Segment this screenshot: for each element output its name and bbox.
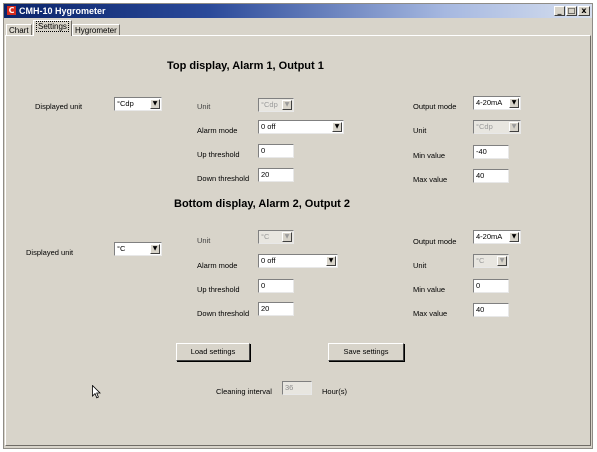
top-up-threshold-input[interactable]: 0 [258, 144, 294, 158]
top-min-value-label: Min value [413, 151, 446, 160]
title-bar[interactable]: C CMH-10 Hygrometer _ □ x [4, 4, 592, 18]
bottom-displayed-unit-select[interactable]: °C ▼ [114, 242, 162, 256]
top-max-value-label: Max value [413, 175, 448, 184]
top-min-value-input[interactable]: -40 [473, 145, 509, 159]
bottom-unit-value: °C [261, 232, 270, 241]
chevron-down-icon[interactable]: ▼ [497, 256, 507, 266]
bottom-max-value-input[interactable]: 40 [473, 303, 509, 317]
top-unit-select[interactable]: °Cdp ▼ [258, 98, 294, 112]
maximize-button[interactable]: □ [566, 6, 577, 16]
bottom-output-mode-value: 4-20mA [476, 232, 503, 241]
app-window: C CMH-10 Hygrometer _ □ x Chart Settings… [3, 3, 593, 449]
top-displayed-unit-select[interactable]: °Cdp ▼ [114, 97, 162, 111]
chevron-down-icon[interactable]: ▼ [326, 256, 336, 266]
top-output-mode-value: 4-20mA [476, 98, 503, 107]
bottom-min-value-label: Min value [413, 285, 446, 294]
chevron-down-icon[interactable]: ▼ [282, 100, 292, 110]
bottom-displayed-unit-label: Displayed unit [26, 248, 74, 257]
chevron-down-icon[interactable]: ▼ [509, 122, 519, 132]
chevron-down-icon[interactable]: ▼ [509, 98, 519, 108]
bottom-down-threshold-input[interactable]: 20 [258, 302, 294, 316]
app-icon[interactable]: C [7, 6, 16, 15]
chevron-down-icon[interactable]: ▼ [150, 244, 160, 254]
close-button[interactable]: x [578, 6, 590, 16]
top-output-unit-select[interactable]: °Cdp ▼ [473, 120, 521, 134]
bottom-alarm-mode-select[interactable]: 0 off ▼ [258, 254, 338, 268]
top-max-value-input[interactable]: 40 [473, 169, 509, 183]
chevron-down-icon[interactable]: ▼ [282, 232, 292, 242]
minimize-button[interactable]: _ [554, 6, 565, 16]
top-output-unit-label: Unit [413, 126, 427, 135]
bottom-output-mode-select[interactable]: 4-20mA ▼ [473, 230, 521, 244]
cleaning-interval-input[interactable]: 36 [282, 381, 312, 395]
top-alarm-mode-value: 0 off [261, 122, 276, 131]
bottom-up-threshold-label: Up threshold [197, 285, 240, 294]
arrow-cursor-icon [92, 385, 101, 399]
bottom-output-mode-label: Output mode [413, 237, 457, 246]
bottom-section-heading: Bottom display, Alarm 2, Output 2 [174, 198, 351, 210]
top-output-mode-label: Output mode [413, 102, 457, 111]
cleaning-interval-unit: Hour(s) [322, 387, 348, 396]
cleaning-interval-label: Cleaning interval [216, 387, 272, 396]
top-unit-value: °Cdp [261, 100, 278, 109]
top-unit-label: Unit [197, 102, 211, 111]
window-title: CMH-10 Hygrometer [19, 6, 106, 16]
chevron-down-icon[interactable]: ▼ [509, 232, 519, 242]
top-down-threshold-label: Down threshold [197, 174, 250, 183]
bottom-alarm-mode-label: Alarm mode [197, 261, 238, 270]
tab-strip: Chart Settings Hygrometer [4, 18, 592, 36]
tab-settings[interactable]: Settings [33, 20, 72, 36]
top-displayed-unit-value: °Cdp [117, 99, 134, 108]
top-displayed-unit-label: Displayed unit [35, 102, 83, 111]
top-alarm-mode-select[interactable]: 0 off ▼ [258, 120, 344, 134]
top-up-threshold-label: Up threshold [197, 150, 240, 159]
bottom-unit-select[interactable]: °C ▼ [258, 230, 294, 244]
save-settings-button[interactable]: Save settings [328, 343, 404, 361]
chevron-down-icon[interactable]: ▼ [150, 99, 160, 109]
chevron-down-icon[interactable]: ▼ [332, 122, 342, 132]
bottom-down-threshold-label: Down threshold [197, 309, 250, 318]
bottom-output-unit-value: °C [476, 256, 485, 265]
bottom-min-value-input[interactable]: 0 [473, 279, 509, 293]
bottom-displayed-unit-value: °C [117, 244, 126, 253]
top-output-unit-value: °Cdp [476, 122, 493, 131]
bottom-up-threshold-input[interactable]: 0 [258, 279, 294, 293]
bottom-alarm-mode-value: 0 off [261, 256, 276, 265]
top-section-heading: Top display, Alarm 1, Output 1 [167, 60, 324, 72]
top-down-threshold-input[interactable]: 20 [258, 168, 294, 182]
load-settings-button[interactable]: Load settings [176, 343, 250, 361]
bottom-output-unit-label: Unit [413, 261, 427, 270]
tab-settings-label: Settings [36, 21, 69, 32]
bottom-max-value-label: Max value [413, 309, 448, 318]
bottom-unit-label: Unit [197, 236, 211, 245]
bottom-output-unit-select[interactable]: °C ▼ [473, 254, 509, 268]
top-alarm-mode-label: Alarm mode [197, 126, 238, 135]
top-output-mode-select[interactable]: 4-20mA ▼ [473, 96, 521, 110]
